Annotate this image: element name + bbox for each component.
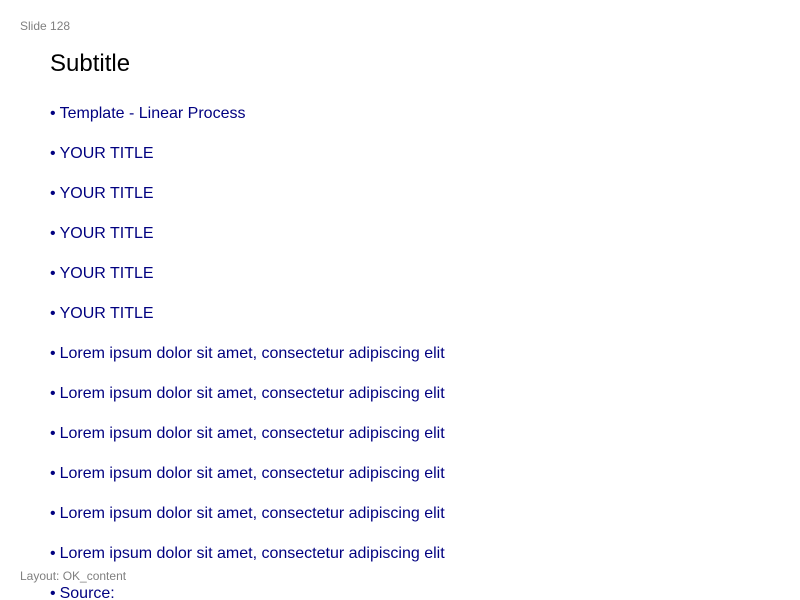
bullet-item: • Lorem ipsum dolor sit amet, consectetur… (50, 384, 445, 424)
bullet-item: • Lorem ipsum dolor sit amet, consectetur… (50, 464, 445, 504)
bullet-item: • YOUR TITLE (50, 304, 445, 344)
bullet-text: YOUR TITLE (59, 145, 154, 162)
bullet-text: YOUR TITLE (59, 265, 154, 282)
bullet-glyph: • (50, 425, 56, 442)
bullet-glyph: • (50, 585, 56, 600)
layout-label: Layout: OK_content (20, 569, 127, 583)
bullet-item: • Lorem ipsum dolor sit amet, consectetur… (50, 424, 445, 464)
bullet-text: YOUR TITLE (59, 185, 154, 202)
bullet-text: Lorem ipsum dolor sit amet, consectetur … (59, 385, 445, 402)
bullet-item: • YOUR TITLE (50, 144, 445, 184)
bullet-text: Lorem ipsum dolor sit amet, consectetur … (59, 465, 445, 482)
bullet-glyph: • (50, 185, 56, 202)
bullet-glyph: • (50, 105, 56, 122)
bullet-text: Lorem ipsum dolor sit amet, consectetur … (59, 545, 445, 562)
bullet-text: Lorem ipsum dolor sit amet, consectetur … (59, 425, 445, 442)
slide-subtitle: Subtitle (50, 50, 131, 77)
bullet-item-source: • Source: (50, 584, 445, 600)
bullet-glyph: • (50, 505, 56, 522)
bullet-glyph: • (50, 225, 56, 242)
bullet-glyph: • (50, 465, 56, 482)
bullet-glyph: • (50, 305, 56, 322)
bullet-glyph: • (50, 545, 56, 562)
bullet-text: YOUR TITLE (59, 225, 154, 242)
bullet-item: • Lorem ipsum dolor sit amet, consectetur… (50, 344, 445, 384)
bullet-text: Template - Linear Process (59, 105, 246, 122)
slide-page: Slide 128 Subtitle • Template - Linear Pr… (0, 0, 800, 600)
bullet-text: YOUR TITLE (59, 305, 154, 322)
bullet-glyph: • (50, 345, 56, 362)
bullet-item: • Template - Linear Process (50, 104, 445, 144)
bullet-text: Source: (59, 585, 115, 600)
bullet-text: Lorem ipsum dolor sit amet, consectetur … (59, 505, 445, 522)
bullet-item: • Lorem ipsum dolor sit amet, consectetur… (50, 504, 445, 544)
bullet-text: Lorem ipsum dolor sit amet, consectetur … (59, 345, 445, 362)
bullet-item: • YOUR TITLE (50, 264, 445, 304)
bullet-item: • YOUR TITLE (50, 184, 445, 224)
bullet-glyph: • (50, 145, 56, 162)
bullet-item: • YOUR TITLE (50, 224, 445, 264)
bullet-list: • Template - Linear Process • YOUR TITLE •… (50, 104, 445, 600)
slide-number-label: Slide 128 (20, 19, 71, 33)
bullet-glyph: • (50, 385, 56, 402)
bullet-glyph: • (50, 265, 56, 282)
